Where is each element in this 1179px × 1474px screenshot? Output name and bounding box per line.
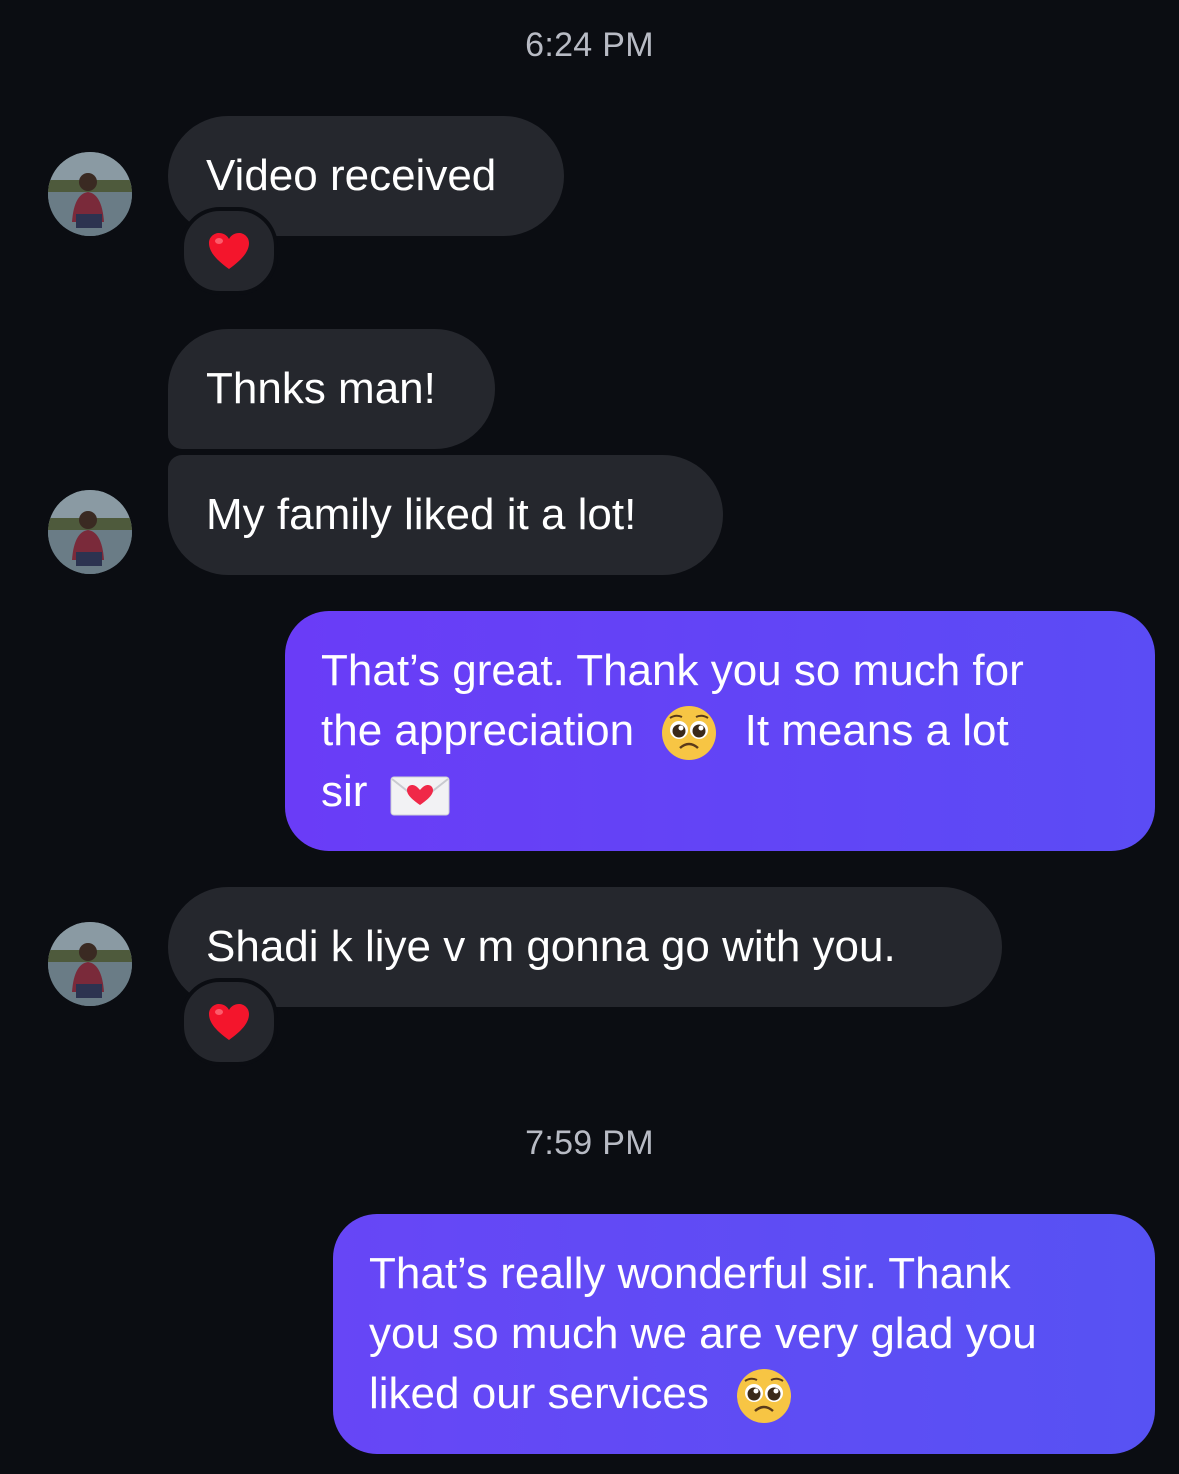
- message-text: Video received: [206, 151, 497, 200]
- avatar-photo-icon: [48, 152, 132, 236]
- avatar[interactable]: [48, 490, 132, 574]
- avatar[interactable]: [48, 152, 132, 236]
- message-bubble-sent[interactable]: That’s great. Thank you so much for the …: [285, 611, 1155, 851]
- heart-icon: [209, 1004, 249, 1040]
- reaction-badge[interactable]: [180, 978, 278, 1066]
- timestamp: 7:59 PM: [525, 1124, 654, 1162]
- message-bubble[interactable]: Shadi k liye v m gonna go with you.: [168, 887, 1002, 1007]
- message-line: That’s great. Thank you so much for: [321, 646, 1024, 695]
- message-text: My family liked it a lot!: [206, 490, 637, 539]
- timestamp: 6:24 PM: [525, 26, 654, 64]
- message-bubble[interactable]: My family liked it a lot!: [168, 455, 723, 575]
- pleading-face-icon: [662, 706, 717, 761]
- message-line: the appreciation It means a lot: [321, 701, 1119, 762]
- message-text: Shadi k liye v m gonna go with you.: [206, 922, 896, 971]
- message-bubble[interactable]: Thnks man!: [168, 329, 495, 449]
- love-letter-icon: [390, 776, 450, 816]
- message-line: sir: [321, 762, 1119, 822]
- message-bubble-sent[interactable]: That’s really wonderful sir. Thank you s…: [333, 1214, 1155, 1454]
- message-line: liked our services: [369, 1364, 1119, 1425]
- avatar-photo-icon: [48, 490, 132, 574]
- message-text: Thnks man!: [206, 364, 436, 413]
- pleading-face-icon: [737, 1369, 792, 1424]
- message-line: That’s really wonderful sir. Thank: [369, 1249, 1011, 1298]
- message-line: you so much we are very glad you: [369, 1309, 1037, 1358]
- avatar[interactable]: [48, 922, 132, 1006]
- heart-icon: [209, 233, 249, 269]
- avatar-photo-icon: [48, 922, 132, 1006]
- reaction-badge[interactable]: [180, 207, 278, 295]
